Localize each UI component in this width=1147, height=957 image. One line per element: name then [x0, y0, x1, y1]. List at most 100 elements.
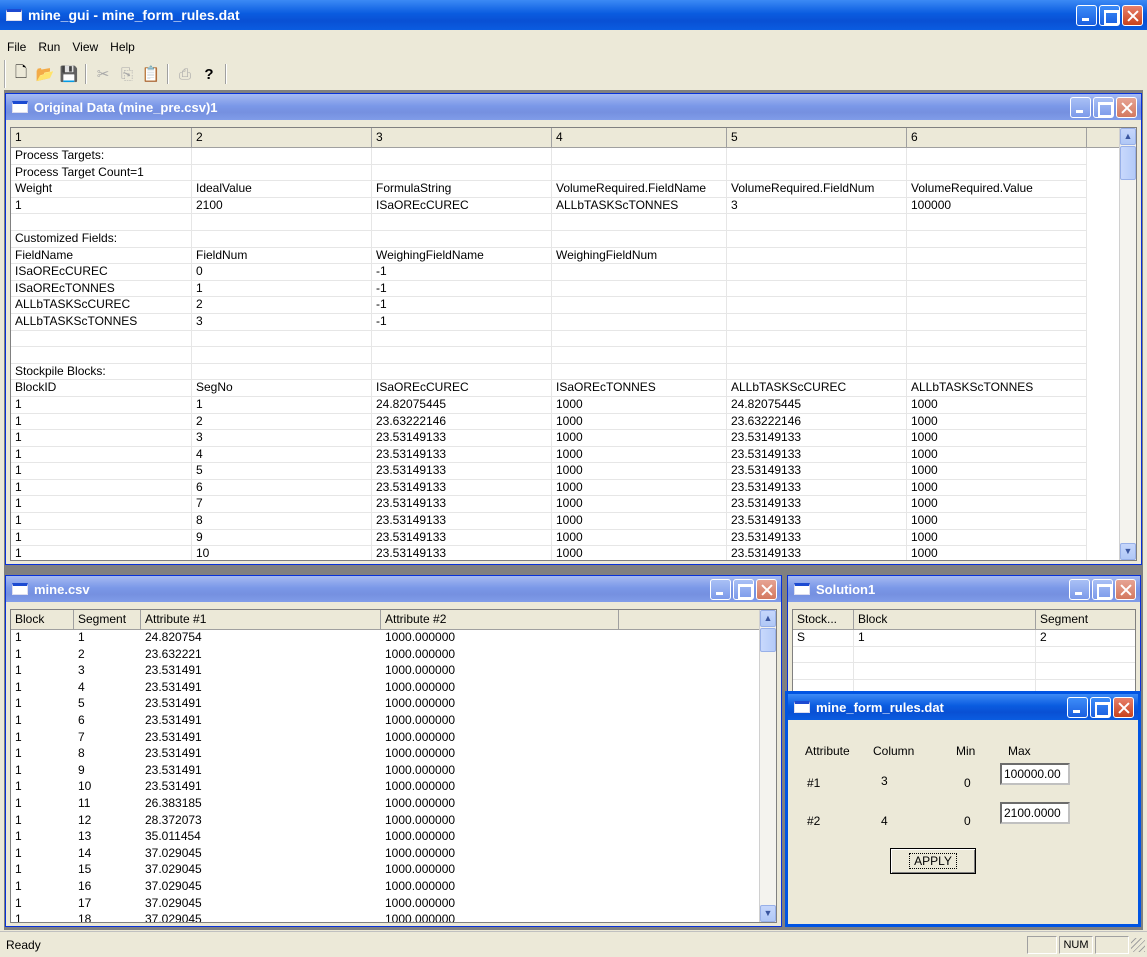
- list-item[interactable]: 1 13 35.011454 1000.000000: [11, 829, 776, 846]
- list-cell[interactable]: 23.531491: [141, 779, 381, 796]
- paste-icon[interactable]: 📋: [140, 63, 162, 85]
- table-cell[interactable]: 1000: [907, 413, 1087, 431]
- list-cell[interactable]: 1: [11, 630, 74, 647]
- list-item[interactable]: 1 8 23.531491 1000.000000: [11, 746, 776, 763]
- scroll-up-icon[interactable]: ▲: [760, 610, 776, 627]
- original-data-grid[interactable]: 123456 Process Targets: Process Target Co…: [10, 127, 1137, 561]
- table-cell[interactable]: 23.53149133: [372, 529, 552, 547]
- table-cell[interactable]: 1000: [552, 496, 727, 514]
- list-cell[interactable]: 1: [11, 763, 74, 780]
- column-header-2[interactable]: Block: [854, 610, 1036, 629]
- mine-csv-list[interactable]: Block Segment Attribute #1 Attribute #2 112…: [10, 609, 777, 923]
- table-cell[interactable]: Process Targets:: [11, 148, 192, 165]
- table-cell[interactable]: [372, 164, 552, 182]
- table-cell[interactable]: 1000: [907, 496, 1087, 514]
- table-cell[interactable]: 2: [1036, 630, 1135, 647]
- table-cell[interactable]: [192, 214, 372, 231]
- table-cell[interactable]: 23.53149133: [727, 430, 907, 447]
- column-header-3[interactable]: 3: [372, 128, 552, 147]
- list-cell[interactable]: 1000.000000: [381, 846, 619, 863]
- table-cell[interactable]: 3: [192, 313, 372, 331]
- table-cell[interactable]: 1000: [552, 479, 727, 497]
- table-cell[interactable]: [552, 214, 727, 231]
- list-cell[interactable]: 23.531491: [141, 680, 381, 697]
- table-row[interactable]: [11, 330, 1136, 348]
- list-cell[interactable]: 1000.000000: [381, 813, 619, 830]
- list-item[interactable]: 1 3 23.531491 1000.000000: [11, 663, 776, 680]
- list-cell[interactable]: 1: [11, 829, 74, 846]
- vertical-scrollbar[interactable]: ▲ ▼: [1119, 128, 1136, 560]
- list-cell[interactable]: 13: [74, 829, 141, 846]
- list-cell[interactable]: 9: [74, 763, 141, 780]
- close-button[interactable]: [1116, 97, 1137, 118]
- table-cell[interactable]: 7: [192, 496, 372, 514]
- table-cell[interactable]: 10: [192, 546, 372, 560]
- table-cell[interactable]: [192, 347, 372, 364]
- list-cell[interactable]: 23.531491: [141, 763, 381, 780]
- list-cell[interactable]: 1000.000000: [381, 912, 619, 922]
- open-folder-icon[interactable]: 📂: [34, 63, 56, 85]
- resize-grip-icon[interactable]: [1131, 937, 1145, 952]
- table-cell[interactable]: VolumeRequired.Value: [907, 181, 1087, 198]
- column-header-1[interactable]: Stock...: [793, 610, 854, 629]
- column-header-1[interactable]: 1: [11, 128, 192, 147]
- list-item[interactable]: 1 16 37.029045 1000.000000: [11, 879, 776, 896]
- table-row[interactable]: 1 8 23.53149133 1000 23.53149133 1000: [11, 513, 1136, 530]
- table-cell[interactable]: WeighingFieldName: [372, 247, 552, 265]
- apply-button[interactable]: APPLY: [890, 848, 976, 874]
- list-cell[interactable]: 1: [11, 912, 74, 922]
- table-cell[interactable]: [552, 363, 727, 381]
- list-cell[interactable]: 1000.000000: [381, 879, 619, 896]
- table-cell[interactable]: 2: [192, 413, 372, 431]
- table-cell[interactable]: ALLbTASKScTONNES: [907, 380, 1087, 397]
- column-header-6[interactable]: 6: [907, 128, 1087, 147]
- table-cell[interactable]: [372, 214, 552, 231]
- list-cell[interactable]: 1: [11, 713, 74, 730]
- table-cell[interactable]: 1000: [907, 396, 1087, 414]
- list-cell[interactable]: 1: [11, 746, 74, 763]
- list-item[interactable]: 1 7 23.531491 1000.000000: [11, 730, 776, 747]
- close-button[interactable]: [756, 579, 777, 600]
- scroll-thumb[interactable]: [1120, 146, 1136, 180]
- original-data-title-bar[interactable]: Original Data (mine_pre.csv)1: [6, 94, 1141, 120]
- table-cell[interactable]: [372, 148, 552, 165]
- table-cell[interactable]: 24.82075445: [727, 396, 907, 414]
- list-cell[interactable]: 1: [11, 696, 74, 713]
- minimize-button[interactable]: [1070, 97, 1091, 118]
- table-cell[interactable]: 23.53149133: [372, 463, 552, 480]
- column-header-5[interactable]: 5: [727, 128, 907, 147]
- list-cell[interactable]: 16: [74, 879, 141, 896]
- table-cell[interactable]: ALLbTASKScTONNES: [552, 197, 727, 215]
- list-item[interactable]: 1 11 26.383185 1000.000000: [11, 796, 776, 813]
- table-cell[interactable]: [907, 214, 1087, 231]
- table-cell[interactable]: FormulaString: [372, 181, 552, 198]
- table-cell[interactable]: Customized Fields:: [11, 230, 192, 248]
- table-cell[interactable]: [727, 148, 907, 165]
- table-cell[interactable]: 23.53149133: [372, 546, 552, 560]
- list-item[interactable]: 1 12 28.372073 1000.000000: [11, 813, 776, 830]
- table-cell[interactable]: ISaOREcCUREC: [372, 197, 552, 215]
- table-cell[interactable]: ISaOREcCUREC: [372, 380, 552, 397]
- table-cell[interactable]: 1000: [907, 529, 1087, 547]
- table-cell[interactable]: 23.53149133: [372, 513, 552, 530]
- scroll-down-icon[interactable]: ▼: [1120, 543, 1136, 560]
- list-cell[interactable]: 1000.000000: [381, 680, 619, 697]
- list-item[interactable]: 1 18 37.029045 1000.000000: [11, 912, 776, 922]
- list-cell[interactable]: 23.531491: [141, 663, 381, 680]
- minimize-button[interactable]: [1069, 579, 1090, 600]
- table-row[interactable]: 1 1 24.82075445 1000 24.82075445 1000: [11, 396, 1136, 414]
- table-cell[interactable]: 2: [192, 297, 372, 314]
- table-cell[interactable]: 3: [192, 430, 372, 447]
- table-cell[interactable]: [11, 214, 192, 231]
- table-cell[interactable]: [727, 347, 907, 364]
- solution-title-bar[interactable]: Solution1: [788, 576, 1140, 602]
- table-row[interactable]: Weight IdealValue FormulaString VolumeRequi…: [11, 181, 1136, 198]
- table-cell[interactable]: -1: [372, 297, 552, 314]
- list-cell[interactable]: 1: [11, 862, 74, 879]
- table-cell[interactable]: [907, 330, 1087, 348]
- list-cell[interactable]: 1: [11, 813, 74, 830]
- table-cell[interactable]: 1000: [907, 463, 1087, 480]
- table-row[interactable]: Customized Fields:: [11, 230, 1136, 248]
- table-cell[interactable]: 23.53149133: [727, 446, 907, 464]
- table-cell[interactable]: [727, 230, 907, 248]
